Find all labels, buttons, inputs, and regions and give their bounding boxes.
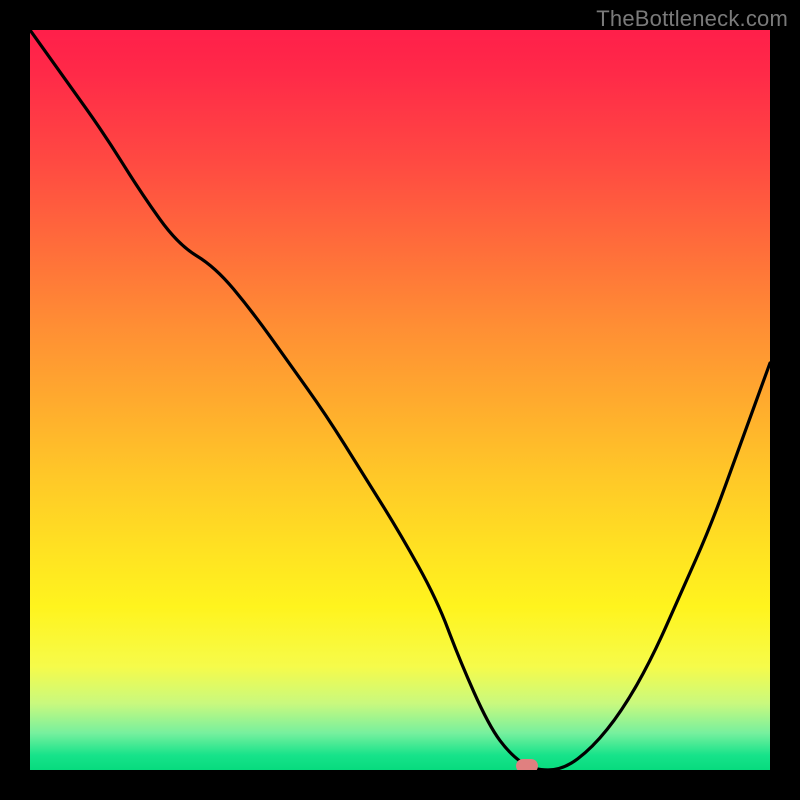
curve-path [30,30,770,770]
optimum-marker [516,759,538,770]
chart-container: TheBottleneck.com [0,0,800,800]
bottleneck-curve [30,30,770,770]
watermark-text: TheBottleneck.com [596,6,788,32]
plot-area [30,30,770,770]
